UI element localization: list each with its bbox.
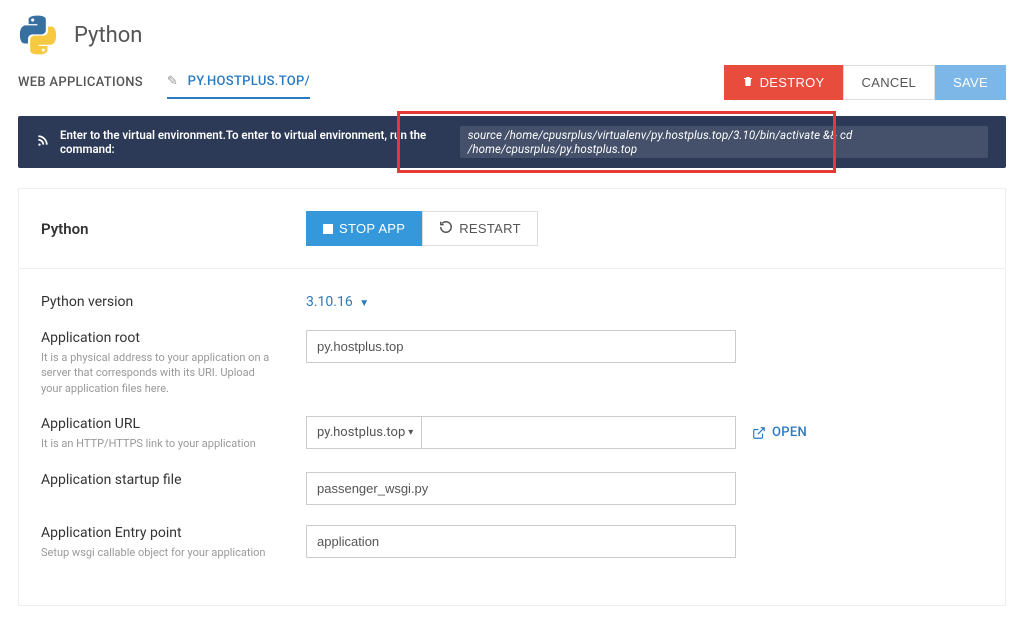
python-version-value: 3.10.16 [306, 294, 353, 310]
startup-file-label: Application startup file [41, 472, 306, 488]
python-version-dropdown[interactable]: 3.10.16 ▼ [306, 294, 369, 310]
app-url-domain-dropdown[interactable]: py.hostplus.top ▾ [307, 417, 422, 448]
terminal-icon [36, 133, 50, 151]
app-root-label: Application root [41, 330, 306, 346]
stop-app-button[interactable]: STOP APP [306, 211, 422, 246]
nav-current-app-label: PY.HOSTPLUS.TOP/ [188, 74, 310, 89]
chevron-down-icon: ▾ [408, 427, 413, 438]
restart-icon [439, 220, 453, 237]
app-url-hint: It is an HTTP/HTTPS link to your applica… [41, 436, 271, 451]
destroy-label: DESTROY [760, 75, 825, 90]
open-url-link[interactable]: OPEN [752, 425, 807, 440]
app-url-label: Application URL [41, 416, 306, 432]
command-bar-prefix: Enter to the virtual environment.To ente… [60, 128, 450, 156]
python-logo-icon [18, 15, 58, 55]
stop-icon [323, 224, 333, 234]
app-root-input[interactable] [306, 330, 736, 363]
nav-web-applications[interactable]: WEB APPLICATIONS [18, 67, 143, 98]
command-alert-bar: Enter to the virtual environment.To ente… [18, 116, 1006, 168]
nav-current-app[interactable]: ✎ PY.HOSTPLUS.TOP/ [167, 66, 310, 99]
page-title: Python [74, 23, 142, 48]
trash-icon [742, 75, 754, 91]
external-link-icon [752, 426, 766, 440]
cancel-button[interactable]: CANCEL [843, 65, 936, 100]
destroy-button[interactable]: DESTROY [724, 65, 843, 100]
panel-title: Python [41, 220, 306, 238]
restart-label: RESTART [459, 221, 521, 236]
stop-app-label: STOP APP [339, 221, 405, 236]
startup-file-input[interactable] [306, 472, 736, 505]
app-settings-panel: Python STOP APP RESTART Python version 3… [18, 188, 1006, 606]
save-button[interactable]: SAVE [935, 65, 1006, 100]
entry-point-hint: Setup wsgi callable object for your appl… [41, 545, 271, 560]
entry-point-input[interactable] [306, 525, 736, 558]
restart-button[interactable]: RESTART [422, 211, 538, 246]
entry-point-label: Application Entry point [41, 525, 306, 541]
open-url-label: OPEN [772, 425, 807, 440]
chevron-down-icon: ▼ [359, 298, 369, 309]
command-snippet[interactable]: source /home/cpusrplus/virtualenv/py.hos… [460, 126, 988, 158]
python-version-label: Python version [41, 294, 306, 310]
app-url-domain-value: py.hostplus.top [317, 425, 405, 440]
app-root-hint: It is a physical address to your applica… [41, 350, 271, 396]
pencil-icon: ✎ [167, 74, 178, 89]
